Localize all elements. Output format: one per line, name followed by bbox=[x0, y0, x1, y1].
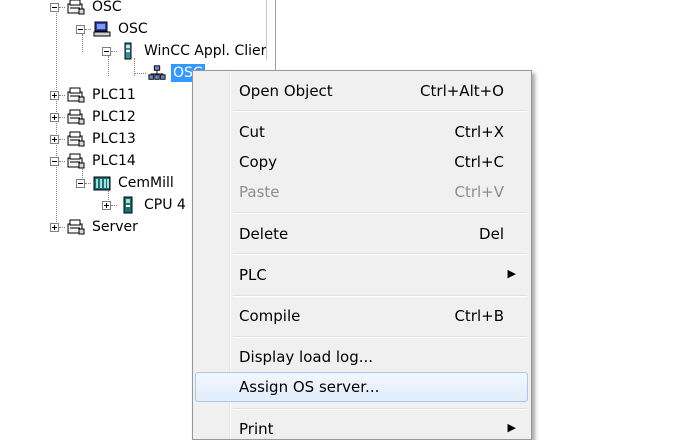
menu-item-open-object[interactable]: Open Object Ctrl+Alt+O bbox=[195, 76, 528, 106]
menu-item-label: Compile bbox=[239, 307, 301, 325]
menu-item-shortcut: Del bbox=[479, 225, 504, 243]
column-divider bbox=[266, 0, 267, 60]
menu-item-shortcut: Ctrl+X bbox=[454, 123, 504, 141]
menu-item-label: Cut bbox=[239, 123, 265, 141]
tree-node-osc-project[interactable]: OSC bbox=[50, 0, 124, 17]
collapse-icon[interactable] bbox=[50, 2, 59, 12]
menu-item-label: Print bbox=[239, 420, 274, 438]
menu-separator bbox=[233, 336, 527, 338]
computer-icon bbox=[93, 20, 111, 38]
tree-node-label: PLC12 bbox=[92, 109, 136, 125]
tree-node-plc13[interactable]: PLC13 bbox=[50, 129, 138, 149]
menu-separator bbox=[233, 408, 527, 410]
tree-node-plc14[interactable]: PLC14 bbox=[50, 151, 138, 171]
tree-node-osc-computer[interactable]: OSC bbox=[76, 19, 150, 39]
menu-item-shortcut: Ctrl+V bbox=[454, 183, 504, 201]
collapse-icon[interactable] bbox=[76, 24, 85, 34]
menu-item-shortcut: Ctrl+B bbox=[454, 307, 504, 325]
expand-icon[interactable] bbox=[50, 90, 59, 100]
tree-node-plc11[interactable]: PLC11 bbox=[50, 85, 138, 105]
menu-item-shortcut: Ctrl+Alt+O bbox=[420, 82, 504, 100]
menu-item-label: Paste bbox=[239, 183, 280, 201]
menu-item-paste: Paste Ctrl+V bbox=[195, 177, 528, 207]
expand-icon[interactable] bbox=[50, 222, 59, 232]
project-icon bbox=[67, 152, 85, 170]
menu-item-label: Assign OS server... bbox=[239, 378, 380, 396]
collapse-icon[interactable] bbox=[50, 156, 59, 166]
menu-item-label: PLC bbox=[239, 266, 267, 284]
expand-icon[interactable] bbox=[102, 200, 111, 210]
tree-node-label: Server bbox=[92, 219, 138, 235]
application-icon bbox=[119, 42, 137, 60]
menu-item-compile[interactable]: Compile Ctrl+B bbox=[195, 301, 528, 331]
tree-node-label: CPU 4 bbox=[144, 197, 186, 213]
menu-separator bbox=[233, 295, 527, 297]
project-icon bbox=[67, 108, 85, 126]
tree-node-wincc-client[interactable]: WinCC Appl. Clier bbox=[102, 41, 268, 61]
menu-item-copy[interactable]: Copy Ctrl+C bbox=[195, 147, 528, 177]
tree-node-cemmill[interactable]: CemMill bbox=[76, 173, 176, 193]
menu-item-display-load-log[interactable]: Display load log... bbox=[195, 342, 528, 372]
tree-node-plc12[interactable]: PLC12 bbox=[50, 107, 138, 127]
context-menu: Open Object Ctrl+Alt+O Cut Ctrl+X Copy C… bbox=[192, 70, 532, 440]
menu-separator bbox=[233, 110, 527, 112]
tree-node-label: WinCC Appl. Clier bbox=[144, 43, 267, 59]
expand-icon[interactable] bbox=[50, 112, 59, 122]
tree-node-cpu[interactable]: CPU 4 bbox=[102, 195, 188, 215]
submenu-arrow-icon: ▶ bbox=[507, 267, 516, 280]
network-icon bbox=[148, 64, 166, 82]
tree-node-label: PLC14 bbox=[92, 153, 136, 169]
cpu-icon bbox=[119, 196, 137, 214]
menu-separator bbox=[233, 212, 527, 214]
tree-node-label: CemMill bbox=[118, 175, 174, 191]
menu-item-plc[interactable]: PLC ▶ bbox=[195, 260, 528, 290]
menu-item-label: Display load log... bbox=[239, 348, 374, 366]
expand-icon[interactable] bbox=[50, 134, 59, 144]
tree-node-label: PLC11 bbox=[92, 87, 136, 103]
station-icon bbox=[93, 174, 111, 192]
menu-item-assign-os-server[interactable]: Assign OS server... bbox=[195, 372, 528, 402]
collapse-icon[interactable] bbox=[102, 46, 111, 56]
submenu-arrow-icon: ▶ bbox=[507, 421, 516, 434]
project-icon bbox=[67, 86, 85, 104]
tree-node-label: PLC13 bbox=[92, 131, 136, 147]
project-icon bbox=[67, 0, 85, 16]
menu-item-cut[interactable]: Cut Ctrl+X bbox=[195, 117, 528, 147]
project-icon bbox=[67, 218, 85, 236]
menu-item-label: Copy bbox=[239, 153, 278, 171]
menu-separator bbox=[233, 253, 527, 255]
menu-item-print[interactable]: Print ▶ bbox=[195, 414, 528, 439]
tree-node-label: OSC bbox=[118, 21, 148, 37]
tree-node-label: OSC bbox=[92, 0, 122, 15]
collapse-icon[interactable] bbox=[76, 178, 85, 188]
menu-item-label: Delete bbox=[239, 225, 289, 243]
tree-node-server[interactable]: Server bbox=[50, 217, 140, 237]
project-icon bbox=[67, 130, 85, 148]
menu-item-shortcut: Ctrl+C bbox=[454, 153, 504, 171]
menu-item-label: Open Object bbox=[239, 82, 333, 100]
menu-item-delete[interactable]: Delete Del bbox=[195, 219, 528, 249]
